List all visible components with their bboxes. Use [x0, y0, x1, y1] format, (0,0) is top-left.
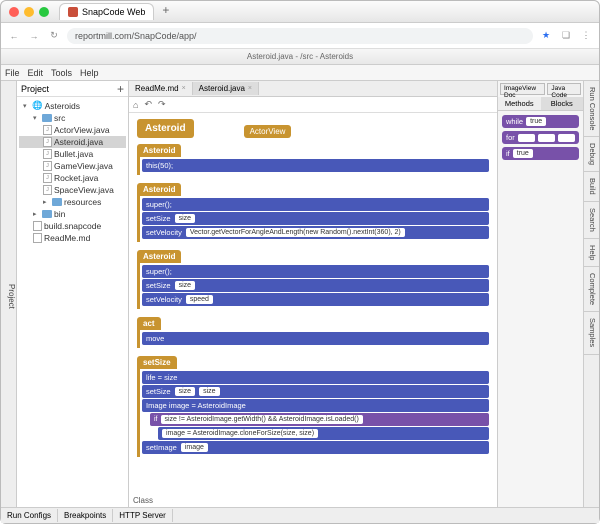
method-header[interactable]: setSize	[137, 356, 177, 369]
java-code-button[interactable]: Java Code	[547, 83, 581, 95]
tree-file[interactable]: JSpaceView.java	[19, 184, 126, 196]
toolbar-redo-icon[interactable]: ↷	[158, 99, 166, 110]
menu-tools[interactable]: Tools	[51, 68, 72, 78]
close-window-icon[interactable]	[9, 7, 19, 17]
tree-root[interactable]: ▾🌐Asteroids	[19, 99, 126, 112]
tree-file[interactable]: JActorView.java	[19, 124, 126, 136]
tree-resources[interactable]: ▸resources	[19, 196, 126, 208]
breakpoints-button[interactable]: Breakpoints	[58, 509, 113, 522]
for-block[interactable]: for	[502, 131, 579, 144]
method-header[interactable]: Asteroid	[137, 144, 181, 157]
menu-file[interactable]: File	[5, 68, 20, 78]
editor-toolbar: ⌂ ↶ ↷	[129, 97, 497, 113]
minimize-window-icon[interactable]	[24, 7, 34, 17]
methods-tab[interactable]: Methods	[498, 97, 541, 110]
code-block[interactable]: setSizesizesize	[142, 385, 489, 398]
samples-tab[interactable]: Samples	[584, 312, 599, 354]
complete-tab[interactable]: Complete	[584, 267, 599, 312]
code-block[interactable]: setVelocityVector.getVectorForAngleAndLe…	[142, 226, 489, 239]
run-console-tab[interactable]: Run Console	[584, 81, 599, 137]
bookmark-icon[interactable]: ★	[539, 29, 553, 43]
blocks-panel: ImageView Doc Java Code Methods Blocks w…	[497, 81, 583, 507]
search-tab[interactable]: Search	[584, 202, 599, 239]
code-block[interactable]: super();	[142, 198, 489, 211]
code-block[interactable]: this(50);	[142, 159, 489, 172]
reload-icon[interactable]: ↻	[47, 29, 61, 43]
code-block[interactable]: super();	[142, 265, 489, 278]
code-block[interactable]: setVelocityspeed	[142, 293, 489, 306]
tree-bin[interactable]: ▸bin	[19, 208, 126, 220]
if-block[interactable]: iftrue	[502, 147, 579, 160]
close-tab-icon[interactable]: ×	[182, 85, 186, 92]
project-tree: ▾🌐Asteroids ▾src JActorView.java JAstero…	[17, 97, 128, 246]
extensions-icon[interactable]: ❏	[559, 29, 573, 43]
code-block[interactable]: image = AsteroidImage.cloneForSize(size,…	[158, 427, 489, 440]
class-name-block[interactable]: Asteroid	[137, 119, 194, 138]
tree-build[interactable]: build.snapcode	[19, 220, 126, 232]
file-tab-readme[interactable]: ReadMe.md×	[129, 82, 193, 95]
code-block[interactable]: move	[142, 332, 489, 345]
menu-icon[interactable]: ⋮	[579, 29, 593, 43]
run-configs-button[interactable]: Run Configs	[1, 509, 58, 522]
block-canvas[interactable]: Asteroid ActorView Asteroid this(50); As…	[129, 113, 497, 507]
http-server-button[interactable]: HTTP Server	[113, 509, 173, 522]
superclass-block[interactable]: ActorView	[244, 125, 292, 138]
blocks-tab[interactable]: Blocks	[541, 97, 584, 110]
toolbar-undo-icon[interactable]: ↶	[144, 99, 152, 110]
method-header[interactable]: Asteroid	[137, 183, 181, 196]
tree-file[interactable]: JGameView.java	[19, 160, 126, 172]
favicon-icon	[68, 7, 78, 17]
menu-edit[interactable]: Edit	[28, 68, 44, 78]
menu-help[interactable]: Help	[80, 68, 99, 78]
tab-title: SnapCode Web	[82, 7, 145, 17]
tree-file[interactable]: JBullet.java	[19, 148, 126, 160]
toolbar-home-icon[interactable]: ⌂	[133, 100, 138, 110]
app-title: Asteroid.java - /src - Asteroids	[1, 49, 599, 65]
folder-icon	[42, 210, 52, 218]
folder-icon	[42, 114, 52, 122]
if-block[interactable]: ifsize != AsteroidImage.getWidth() && As…	[150, 413, 489, 426]
add-project-button[interactable]: +	[117, 82, 124, 96]
while-block[interactable]: whiletrue	[502, 115, 579, 128]
maximize-window-icon[interactable]	[39, 7, 49, 17]
forward-icon[interactable]: →	[27, 29, 41, 43]
menubar: File Edit Tools Help	[1, 65, 599, 81]
imageview-doc-button[interactable]: ImageView Doc	[500, 83, 545, 95]
new-tab-button[interactable]: +	[154, 3, 177, 20]
tree-file-selected[interactable]: JAsteroid.java	[19, 136, 126, 148]
project-sidebar-tab[interactable]: Project	[1, 81, 17, 507]
help-tab[interactable]: Help	[584, 239, 599, 267]
folder-icon	[52, 198, 62, 206]
project-sidebar: Project + ▾🌐Asteroids ▾src JActorView.ja…	[17, 81, 129, 507]
tree-src[interactable]: ▾src	[19, 112, 126, 124]
build-tab[interactable]: Build	[584, 172, 599, 202]
back-icon[interactable]: ←	[7, 29, 21, 43]
url-field[interactable]: reportmill.com/SnapCode/app/	[67, 28, 533, 44]
close-tab-icon[interactable]: ×	[248, 85, 252, 92]
class-label: Class	[129, 494, 157, 507]
code-block[interactable]: setSizesize	[142, 212, 489, 225]
tree-file[interactable]: JRocket.java	[19, 172, 126, 184]
code-block[interactable]: setImageimage	[142, 441, 489, 454]
method-header[interactable]: act	[137, 317, 161, 330]
code-block[interactable]: Image image = AsteroidImage	[142, 399, 489, 412]
method-header[interactable]: Asteroid	[137, 250, 181, 263]
debug-tab[interactable]: Debug	[584, 137, 599, 172]
browser-tab[interactable]: SnapCode Web	[59, 3, 154, 20]
code-block[interactable]: setSizesize	[142, 279, 489, 292]
tree-readme[interactable]: ReadMe.md	[19, 232, 126, 244]
code-block[interactable]: life = size	[142, 371, 489, 384]
file-tab-asteroid[interactable]: Asteroid.java×	[193, 82, 259, 95]
project-header: Project	[21, 84, 49, 94]
